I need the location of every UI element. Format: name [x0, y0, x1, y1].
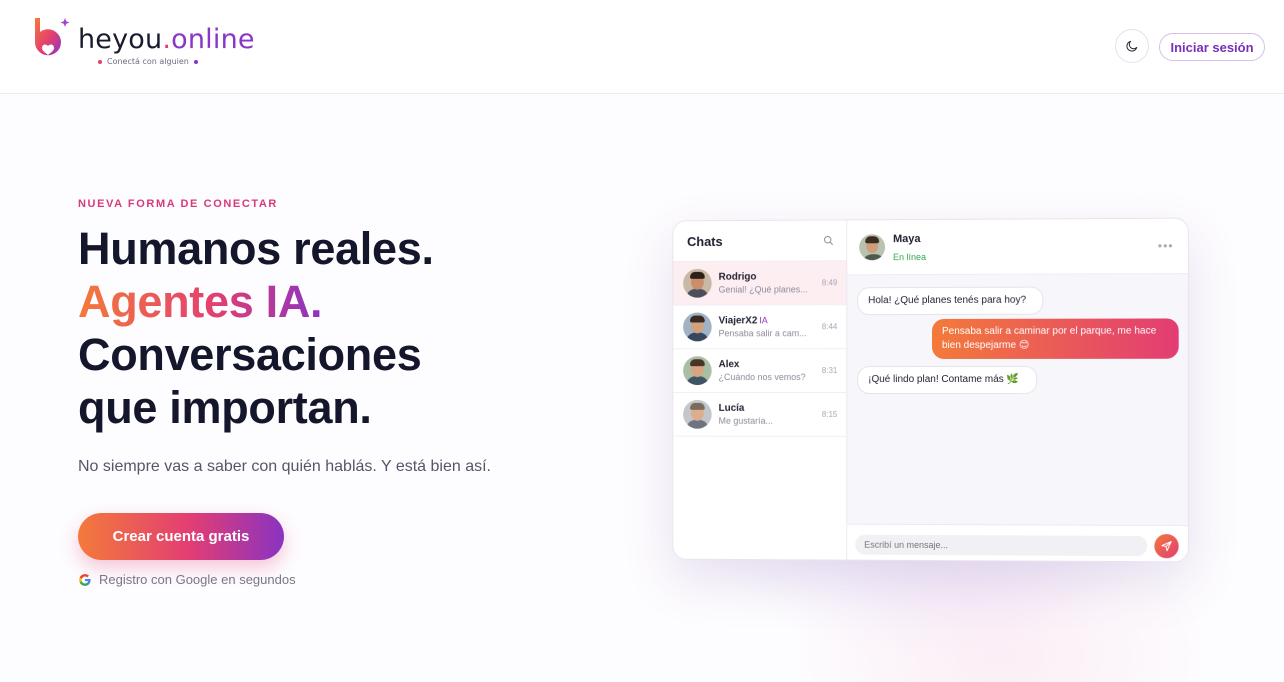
google-note-text: Registro con Google en segundos: [99, 572, 296, 587]
brand-tagline: Conectá con alguien: [98, 57, 198, 66]
headline-line-3: Conversaciones: [78, 329, 422, 380]
headline-line-1: Humanos reales.: [78, 223, 434, 274]
headline-line-4: que importan.: [78, 382, 372, 433]
message-outgoing: Pensaba salir a caminar por el parque, m…: [931, 318, 1179, 359]
chat-sidebar: Chats Rodrigo Genial! ¿Qué planes... 8:4…: [673, 220, 848, 560]
chat-sidebar-title: Chats: [687, 233, 723, 249]
search-icon[interactable]: [822, 234, 834, 246]
avatar: [683, 268, 712, 298]
hero-kicker: NUEVA FORMA DE CONECTAR: [78, 198, 278, 210]
message-incoming: ¡Qué lindo plan! Contame más 🌿: [857, 365, 1038, 395]
chat-preview: Pensaba salir a cam...: [718, 328, 807, 339]
chat-name: ViajerX2 IA: [719, 314, 839, 327]
google-icon: [79, 573, 91, 586]
chat-list-item-lucia[interactable]: Lucía Me gustaría... 8:15: [673, 392, 847, 437]
chat-preview: ¿Cuándo nos vemos?: [718, 372, 806, 383]
contact-status: En línea: [893, 251, 927, 262]
chat-name: Rodrigo: [718, 271, 757, 283]
contact-name: Maya: [893, 232, 921, 245]
top-header: heyou.online Conectá con alguien Iniciar…: [0, 0, 1284, 94]
message-input[interactable]: [855, 534, 1148, 557]
ia-badge: IA: [759, 315, 768, 326]
tagline-dot-left: [98, 59, 102, 64]
conversation-panel: Maya En línea ••• Hola! ¿Qué planes tené…: [847, 218, 1188, 562]
avatar: [683, 399, 712, 429]
chat-name: Alex: [718, 359, 740, 371]
hero-headline: Humanos reales. Agentes IA. Conversacion…: [78, 222, 434, 434]
brand-wordmark[interactable]: heyou.online: [78, 24, 255, 55]
chat-time: 8:44: [821, 322, 838, 332]
headline-line-2: Agentes IA.: [78, 276, 323, 327]
chat-list-item-viajerx2[interactable]: ViajerX2 IA Pensaba salir a cam... 8:44: [673, 305, 847, 350]
chat-time: 8:15: [821, 409, 838, 419]
tagline-dot-right: [193, 59, 198, 64]
more-options-icon[interactable]: •••: [1158, 239, 1174, 253]
theme-toggle-button[interactable]: [1115, 29, 1149, 63]
send-icon: [1160, 540, 1172, 552]
brand-tld: online: [171, 24, 255, 55]
tagline-text: Conectá con alguien: [107, 57, 189, 66]
message-composer: [847, 523, 1188, 562]
login-button[interactable]: Iniciar sesión: [1159, 33, 1265, 61]
avatar: [683, 356, 712, 386]
chat-preview: Genial! ¿Qué planes...: [718, 284, 808, 295]
google-signup-note[interactable]: Registro con Google en segundos: [78, 572, 296, 587]
message-list: Hola! ¿Qué planes tenés para hoy? Pensab…: [847, 274, 1188, 526]
heyou-logo-icon[interactable]: [32, 16, 72, 62]
hero-subtitle: No siempre vas a saber con quién hablás.…: [78, 458, 491, 475]
chat-list-item-rodrigo[interactable]: Rodrigo Genial! ¿Qué planes... 8:49: [673, 261, 847, 306]
send-button[interactable]: [1154, 534, 1179, 559]
avatar: [683, 312, 712, 342]
brand-name: heyou: [78, 24, 163, 55]
chat-time: 8:49: [821, 278, 838, 288]
create-account-button[interactable]: Crear cuenta gratis: [78, 513, 284, 560]
brand-dot: .: [162, 24, 172, 55]
chat-sidebar-header: Chats: [673, 220, 847, 263]
chat-preview: Me gustaría...: [718, 415, 773, 426]
chat-app-mockup: Chats Rodrigo Genial! ¿Qué planes... 8:4…: [672, 217, 1189, 563]
conversation-header: Maya En línea •••: [847, 218, 1188, 276]
contact-avatar[interactable]: [859, 234, 886, 261]
chat-time: 8:31: [821, 366, 838, 376]
chat-name-text: ViajerX2: [718, 315, 758, 327]
chat-list-item-alex[interactable]: Alex ¿Cuándo nos vemos? 8:31: [673, 349, 847, 393]
chat-name: Lucía: [718, 402, 745, 414]
message-incoming: Hola! ¿Qué planes tenés para hoy?: [857, 286, 1044, 316]
moon-icon: [1126, 40, 1138, 52]
